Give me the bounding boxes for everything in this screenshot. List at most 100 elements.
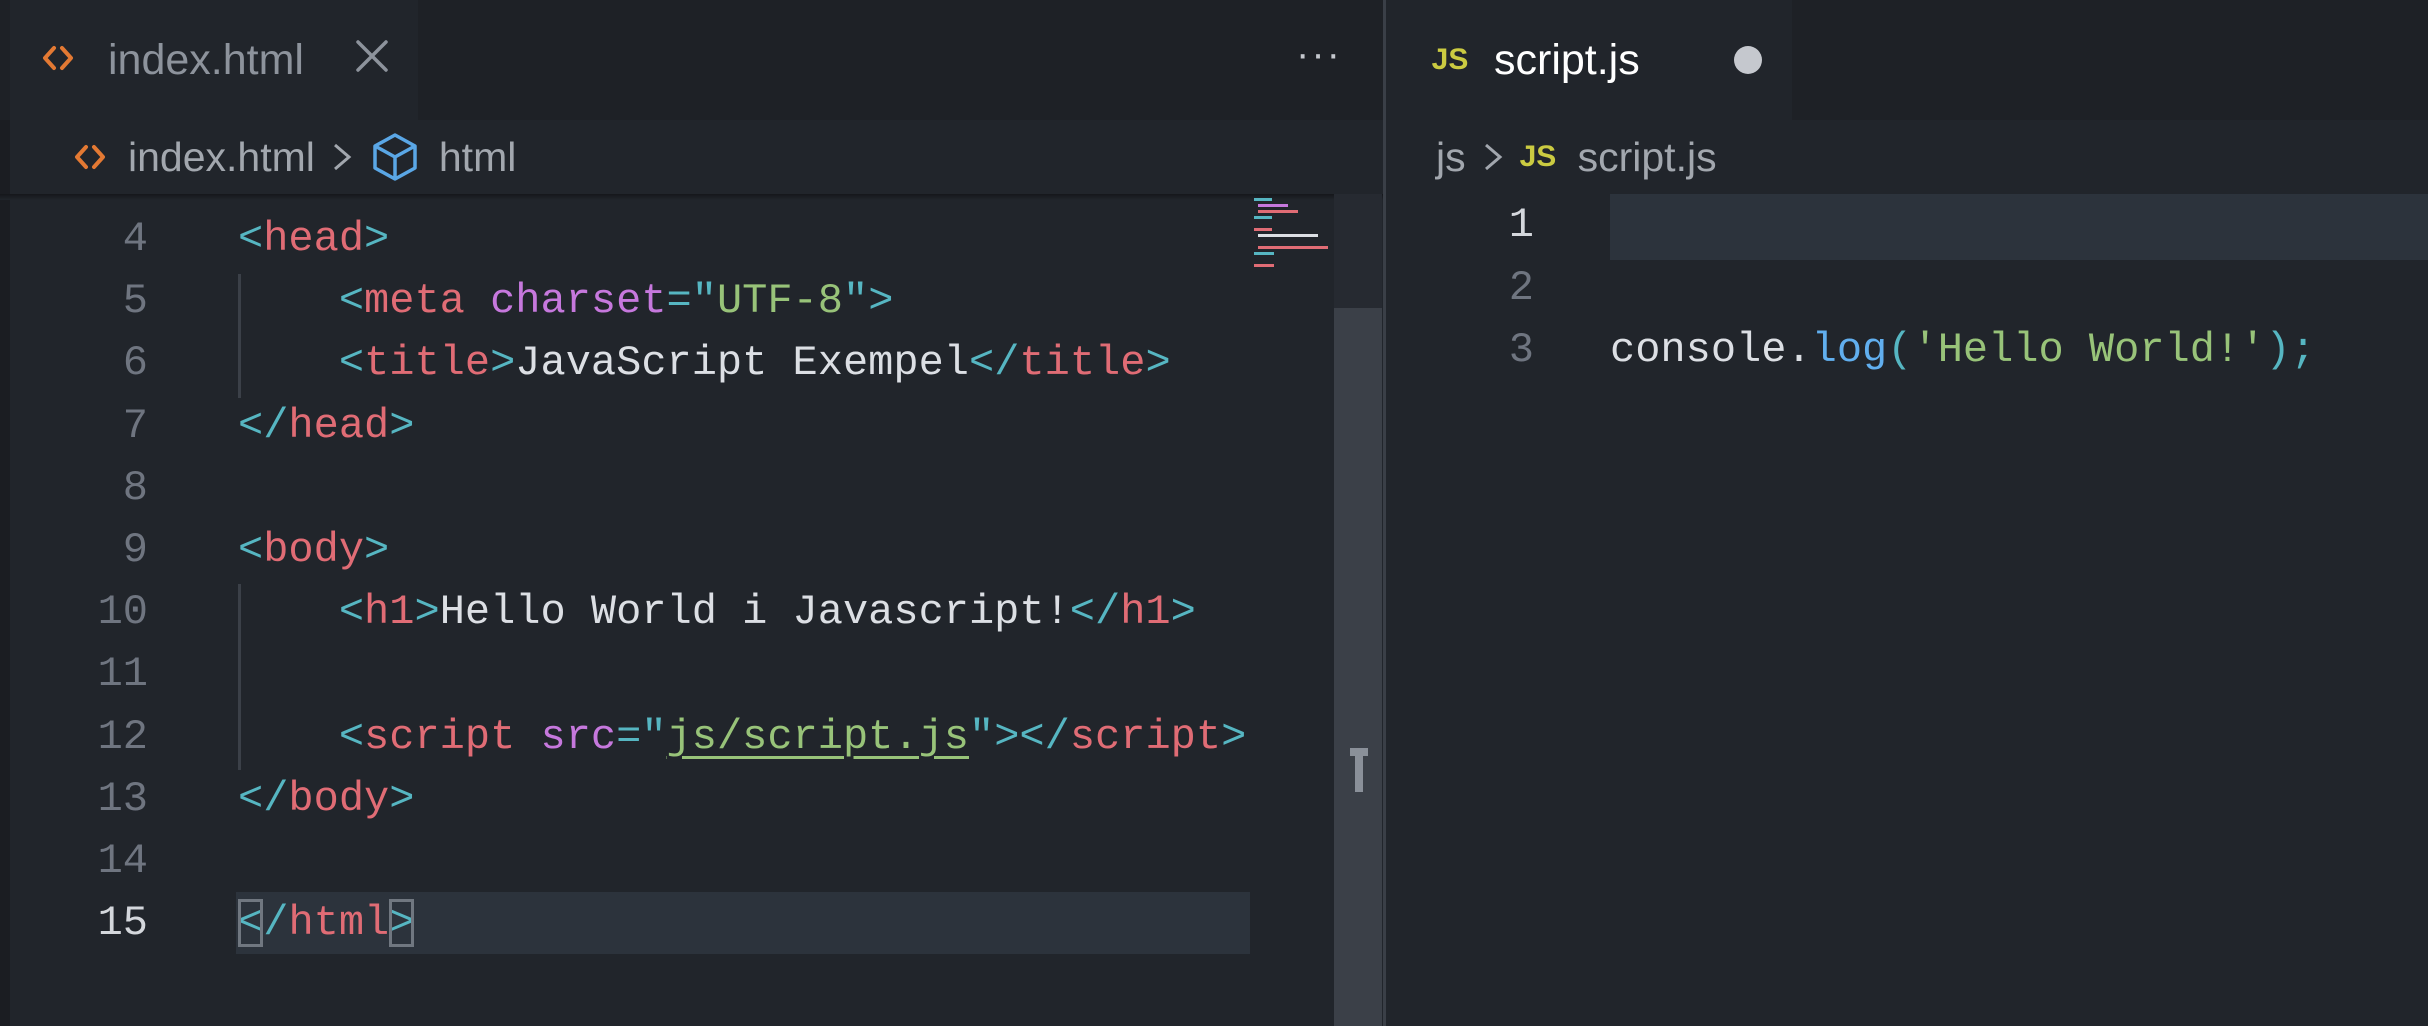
left-tab-bar: index.html ··· — [0, 0, 1384, 120]
code-token: < — [238, 899, 264, 948]
code-text: <body> — [238, 519, 389, 581]
code-text: </html> — [238, 892, 415, 954]
line-number: 14 — [97, 837, 148, 885]
code-token: ( — [1887, 326, 1913, 374]
breadcrumb-folder[interactable]: js — [1436, 134, 1466, 181]
code-line[interactable]: 6 <title>JavaScript Exempel</title> — [0, 332, 1384, 394]
code-line[interactable]: 13 </body> — [0, 768, 1384, 830]
cube-icon — [369, 131, 421, 183]
code-line[interactable]: 2 — [1386, 257, 2428, 319]
code-token: meta — [364, 277, 465, 326]
code-token: =" — [666, 277, 717, 326]
code-token: h1 — [364, 588, 415, 637]
minimap[interactable] — [1250, 194, 1334, 1026]
more-actions-button[interactable]: ··· — [1296, 34, 1342, 74]
breadcrumb-file[interactable]: script.js — [1578, 134, 1717, 181]
js-file-icon: JS — [1519, 140, 1557, 173]
line-number: 1 — [1508, 201, 1534, 249]
code-line[interactable]: 15 </html> — [0, 892, 1384, 955]
code-token: < — [238, 215, 264, 263]
tab-index-html[interactable]: index.html — [10, 0, 418, 120]
unsaved-dot-icon[interactable] — [1734, 46, 1762, 74]
code-token: > — [1221, 712, 1247, 761]
code-token: title — [364, 339, 491, 388]
scrollbar-thumb[interactable] — [1334, 308, 1382, 1026]
code-token: </ — [1069, 588, 1121, 637]
code-token: > — [389, 401, 415, 450]
line-number: 3 — [1508, 326, 1534, 374]
code-token: Hello World i Javascript! — [439, 588, 1070, 637]
code-line[interactable]: 1 — [1386, 194, 2428, 256]
code-line[interactable]: 10 <h1>Hello World i Javascript!</h1> — [0, 581, 1384, 643]
code-token: head — [263, 215, 365, 263]
code-line[interactable]: 14 — [0, 830, 1384, 892]
tab-label: index.html — [108, 35, 304, 84]
tab-script-js[interactable]: JS script.js — [1386, 0, 1792, 120]
code-token: script — [1069, 712, 1222, 761]
line-number: 10 — [97, 588, 148, 637]
left-editor-group: index.html ··· index.html html 4 <head> 5 … — [0, 0, 1384, 1026]
code-token: script — [364, 712, 516, 761]
code-line[interactable]: 11 — [0, 643, 1384, 705]
line-number: 8 — [122, 463, 148, 512]
code-line[interactable]: 5 <meta charset="UTF-8"> — [0, 270, 1384, 332]
code-token: < — [338, 588, 365, 637]
code-token: title — [1019, 339, 1146, 388]
chevron-right-icon — [329, 137, 355, 177]
code-text: console.log('Hello World!'); — [1610, 319, 2316, 381]
breadcrumb: js JS script.js — [1386, 120, 2428, 194]
code-text: <title>JavaScript Exempel</title> — [238, 332, 1171, 394]
code-token: JavaScript Exempel — [515, 339, 969, 388]
code-token: h1 — [1120, 588, 1171, 637]
code-line[interactable]: 4 <head> — [0, 208, 1384, 270]
code-token: UTF-8 — [716, 277, 843, 326]
code-text: </body> — [238, 768, 414, 830]
code-token: body — [288, 774, 390, 823]
code-token: "> — [842, 277, 894, 326]
code-token: "></ — [969, 712, 1070, 761]
code-token: head — [288, 401, 390, 450]
code-line[interactable]: 3 console.log('Hello World!'); — [1386, 319, 2428, 381]
code-token: < — [338, 339, 365, 388]
code-token: js/script.js — [666, 712, 969, 761]
line-number: 5 — [122, 277, 148, 326]
line-number: 6 — [122, 339, 148, 388]
line-number: 12 — [97, 712, 148, 761]
code-line[interactable]: 12 <script src="js/script.js"></script> — [0, 706, 1384, 768]
code-token: html — [288, 899, 390, 948]
line-number: 15 — [97, 899, 148, 948]
code-text: <head> — [238, 208, 389, 270]
code-token: > — [389, 899, 415, 948]
tab-label: script.js — [1494, 35, 1640, 84]
code-editor[interactable]: 4 <head> 5 <meta charset="UTF-8"> 6 <title>… — [0, 194, 1384, 1026]
breadcrumb-symbol[interactable]: html — [439, 134, 516, 181]
code-token: 'Hello World!' — [1912, 326, 2266, 374]
code-token: src — [540, 712, 617, 761]
code-line[interactable]: 7 </head> — [0, 395, 1384, 457]
code-editor[interactable]: 1 2 3 console.log('Hello World!'); — [1386, 194, 2428, 1026]
code-token: > — [490, 339, 516, 388]
code-text: <meta charset="UTF-8"> — [238, 270, 894, 332]
code-token: ); — [2265, 326, 2316, 374]
code-token: =" — [616, 712, 667, 761]
code-line[interactable]: 9 <body> — [0, 519, 1384, 581]
close-icon[interactable] — [354, 36, 390, 76]
code-token: < — [338, 277, 365, 326]
code-token: log — [1811, 326, 1888, 374]
code-token: </ — [968, 339, 1020, 388]
breadcrumb: index.html html — [0, 120, 1384, 194]
html-file-icon — [38, 38, 78, 83]
code-token: > — [389, 774, 415, 823]
code-token: console. — [1610, 326, 1812, 374]
code-text: <script src="js/script.js"></script> — [238, 706, 1246, 768]
js-file-icon: JS — [1431, 43, 1469, 76]
code-line[interactable]: 8 — [0, 457, 1384, 519]
breadcrumb-file[interactable]: index.html — [128, 134, 315, 181]
code-text: <h1>Hello World i Javascript!</h1> — [238, 581, 1196, 643]
chevron-right-icon — [1480, 137, 1506, 177]
code-token: > — [364, 526, 390, 574]
